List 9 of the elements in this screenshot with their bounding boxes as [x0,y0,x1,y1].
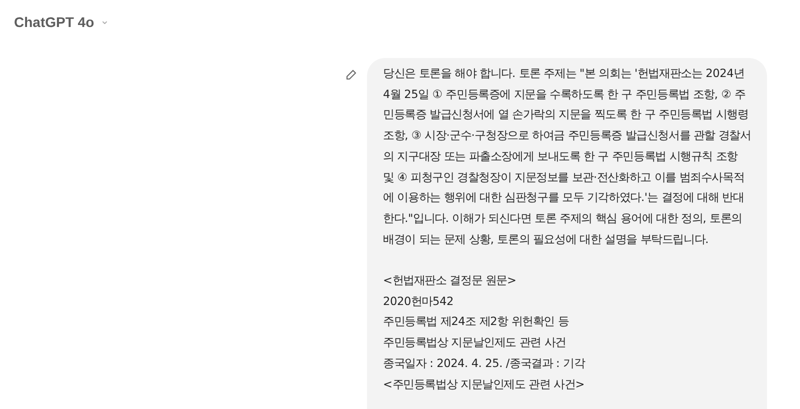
message-line: <주민등록법상 지문날인제도 관련 사건> [383,376,586,393]
message-text: 당신은 토론을 해야 합니다. 토론 주제는 "본 의회는 '헌법재판소는 2024년 4월 25일 ① 주민등록증에 지문을 수록하도록 한 구 주민등록법 조항, ② 주민등록증 발급신청서에 열 손가락의 지문을 찍도록 한 구 주민등록법 시행령 조항, ③ 시장·군수·구청장으로 하여금 주민등록증 발급신청서를 관할 경찰서의 지구대장 또는 파출소장에게 보내도록 한 구 주민등록법 시행규칙 조항 및 ④ 피청구인 경찰청장이 지문정보를 보관·전산화하고 이를 범죄수사목적에 이용하는 행위에 대한 심판청구를 모두 기각하였다.'는 결정에 대해 반대한다."입니다. 이해가 되신다면 토론 주제의 핵심 용어에 대한 정의, 토론의 배경이 되는 문제 상황, 토론의 필요성에 대한 설명을 부탁드립니다. [383,66,751,248]
message-line: <헌법재판소 결정문 원문> [383,273,518,290]
edit-icon[interactable] [345,69,357,81]
message-line: 주민등록법 제24조 제2항 위헌확인 등 [383,314,570,330]
message-line: 주민등록법상 지문날인제도 관련 사건 [383,335,567,352]
model-name[interactable]: ChatGPT 4o [14,14,94,30]
message-line: 종국일자 : 2024. 4. 25. /종국결과 : 기각 [383,356,586,372]
message-line: 2020헌마542 [383,294,455,310]
